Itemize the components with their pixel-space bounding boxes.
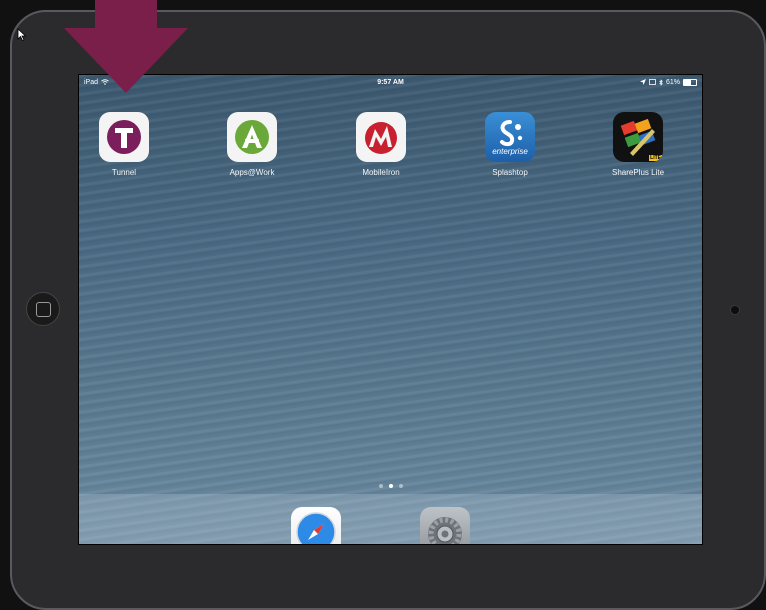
- apps-at-work-app-icon[interactable]: [227, 112, 277, 162]
- app-label: Splashtop: [492, 168, 528, 177]
- battery-level: [684, 79, 692, 85]
- page-dot-active: [388, 484, 393, 488]
- battery-icon: [683, 78, 697, 86]
- page-indicator[interactable]: [79, 484, 702, 488]
- location-icon: [639, 79, 646, 85]
- safari-icon[interactable]: [291, 507, 341, 544]
- settings-icon[interactable]: [420, 507, 470, 544]
- home-square-icon: [35, 301, 51, 317]
- pointer-arrow-icon: [64, 0, 188, 93]
- screen-lock-icon: [649, 79, 656, 85]
- app-shareplus-lite[interactable]: LITE SharePlus Lite: [593, 112, 683, 177]
- page-dot: [378, 484, 383, 488]
- app-label: Tunnel: [111, 168, 137, 177]
- splashtop-app-icon[interactable]: enterprise: [485, 112, 535, 162]
- mouse-cursor-icon: [17, 28, 27, 42]
- shareplus-lite-app-icon[interactable]: LITE: [613, 112, 663, 162]
- battery-percent: 61%: [665, 78, 680, 86]
- bluetooth-icon: [659, 78, 663, 86]
- app-label: Apps@Work: [229, 168, 275, 177]
- lite-badge: LITE: [649, 155, 662, 161]
- splashtop-sublabel: enterprise: [492, 146, 528, 156]
- front-camera: [730, 305, 740, 315]
- app-apps-at-work[interactable]: Apps@Work: [207, 112, 297, 177]
- dock: [79, 494, 702, 544]
- tunnel-app-icon[interactable]: [99, 112, 149, 162]
- app-tunnel[interactable]: Tunnel: [79, 112, 169, 177]
- mobileiron-app-icon[interactable]: [356, 112, 406, 162]
- app-mobileiron[interactable]: MobileIron: [336, 112, 426, 177]
- app-splashtop[interactable]: enterprise Splashtop: [465, 112, 555, 177]
- app-label: MobileIron: [362, 168, 400, 177]
- page-dot: [398, 484, 403, 488]
- home-button[interactable]: [26, 292, 60, 326]
- ipad-screen: iPad 9:57 AM 61% Tunnel Apps@Work Mobile…: [78, 74, 703, 545]
- app-label: SharePlus Lite: [611, 168, 665, 177]
